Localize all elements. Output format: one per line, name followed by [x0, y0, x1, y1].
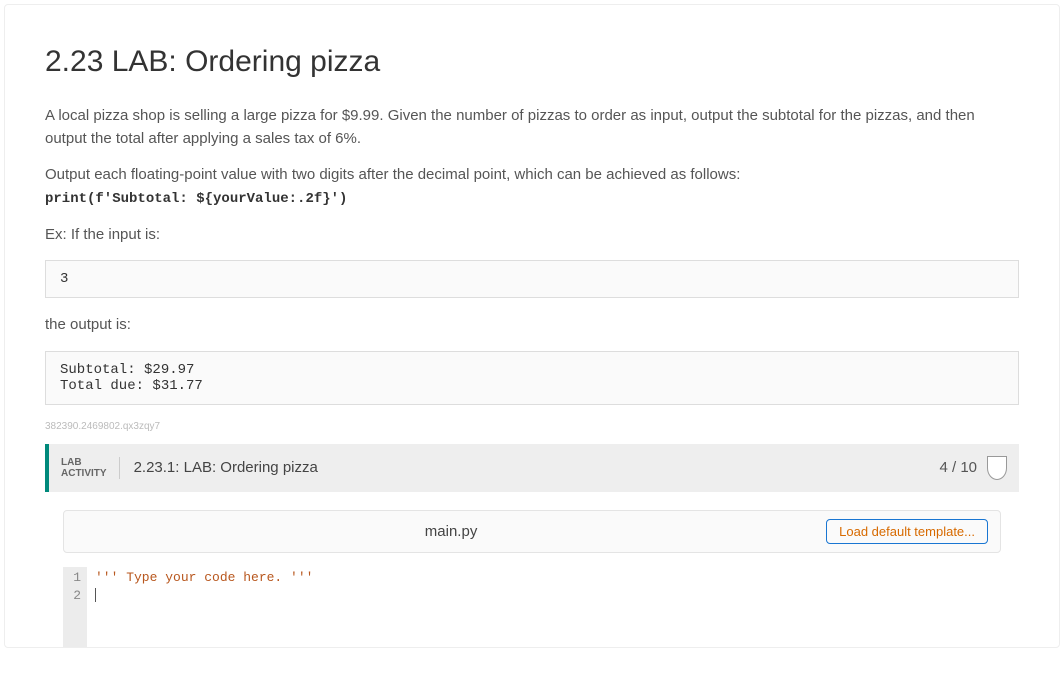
- line-number: 2: [69, 587, 81, 605]
- activity-bar: LAB ACTIVITY 2.23.1: LAB: Ordering pizza…: [45, 444, 1019, 492]
- example-input-box: 3: [45, 260, 1019, 298]
- lab-activity-tag: LAB ACTIVITY: [61, 457, 120, 479]
- example-intro: Ex: If the input is:: [45, 224, 1019, 247]
- code-editor-panel: main.py Load default template... 1 2 '''…: [63, 510, 1001, 647]
- page-title: 2.23 LAB: Ordering pizza: [45, 45, 1019, 79]
- output-hint-text: Output each floating-point value with tw…: [45, 166, 740, 183]
- activity-score: 4 / 10: [939, 459, 977, 476]
- example-output-box: Subtotal: $29.97 Total due: $31.77: [45, 351, 1019, 405]
- shield-icon: [987, 456, 1007, 480]
- filename-label: main.py: [425, 523, 478, 540]
- code-line-2[interactable]: [95, 587, 313, 605]
- string-literal: ''' Type your code here. ''': [95, 570, 313, 585]
- code-editor[interactable]: 1 2 ''' Type your code here. ''': [63, 567, 1001, 647]
- line-number: 1: [69, 569, 81, 587]
- editor-header: main.py Load default template...: [63, 510, 1001, 553]
- lab-tag-line1: LAB: [61, 457, 107, 468]
- activity-title: 2.23.1: LAB: Ordering pizza: [134, 459, 940, 476]
- lab-card: 2.23 LAB: Ordering pizza A local pizza s…: [4, 4, 1060, 648]
- code-line-1[interactable]: ''' Type your code here. ''': [95, 569, 313, 587]
- line-number-gutter: 1 2: [63, 567, 87, 647]
- output-intro: the output is:: [45, 314, 1019, 337]
- code-lines[interactable]: ''' Type your code here. ''': [87, 567, 321, 647]
- code-hint: print(f'Subtotal: ${yourValue:.2f}'): [45, 191, 347, 207]
- lab-tag-line2: ACTIVITY: [61, 468, 107, 479]
- description-paragraph-1: A local pizza shop is selling a large pi…: [45, 105, 1019, 150]
- description-paragraph-2: Output each floating-point value with tw…: [45, 164, 1019, 210]
- question-id: 382390.2469802.qx3zqy7: [45, 421, 1019, 432]
- load-template-button[interactable]: Load default template...: [826, 519, 988, 544]
- text-cursor-icon: [95, 588, 96, 602]
